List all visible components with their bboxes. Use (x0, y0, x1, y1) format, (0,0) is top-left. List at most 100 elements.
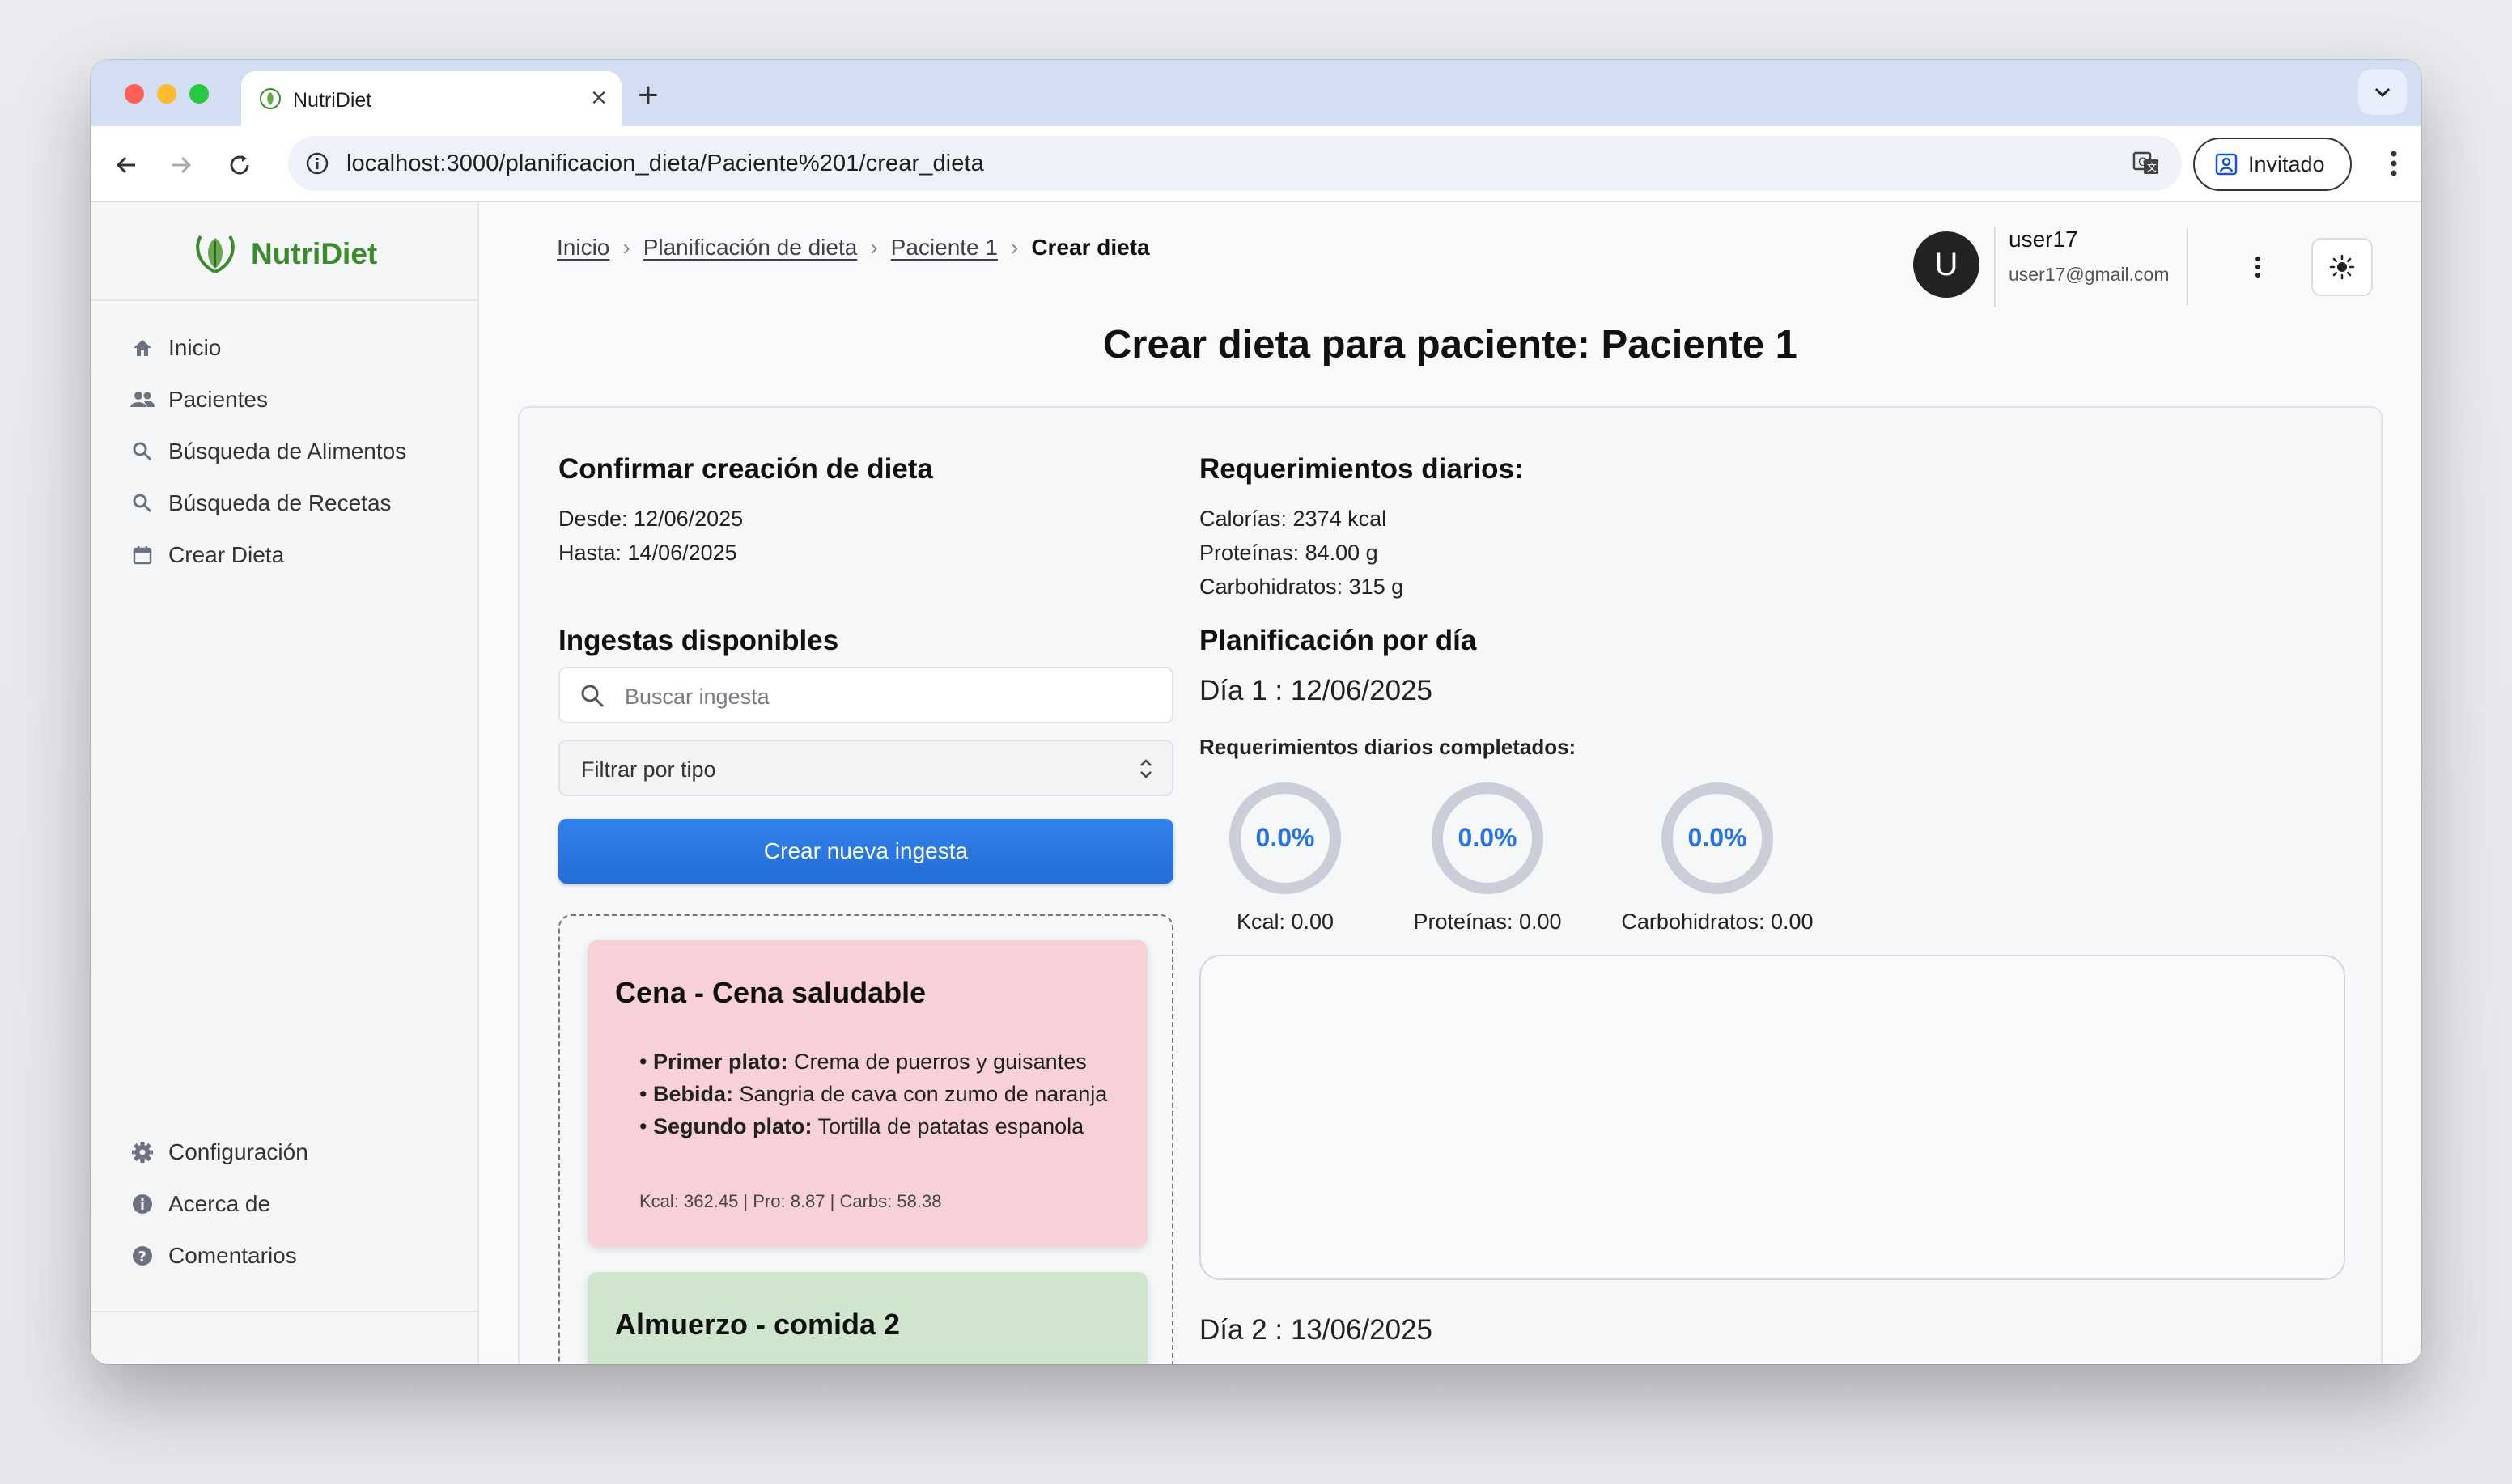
protein-progress-ring: 0.0% (1432, 782, 1543, 894)
theme-toggle-button[interactable] (2311, 238, 2373, 296)
header-divider (2187, 228, 2188, 306)
breadcrumb-link-planificacion[interactable]: Planificación de dieta (643, 235, 858, 261)
calendar-icon (129, 542, 155, 568)
sidebar: NutriDiet Inicio Pacientes Búsqueda de A… (91, 202, 479, 1364)
date-to: Hasta: 14/06/2025 (558, 541, 737, 565)
sidebar-item-acerca-de[interactable]: Acerca de (129, 1191, 270, 1217)
carbs-label: Carbohidratos: 0.00 (1621, 909, 1814, 934)
nutridiet-logo-icon (196, 235, 235, 273)
page-title: Crear dieta para paciente: Paciente 1 (1103, 323, 1797, 367)
profile-button[interactable]: Invitado (2193, 138, 2352, 191)
search-placeholder: Buscar ingesta (625, 685, 770, 709)
sidebar-item-pacientes[interactable]: Pacientes (129, 387, 268, 413)
search-icon (129, 490, 155, 516)
carbs-progress-ring: 0.0% (1661, 782, 1773, 894)
sidebar-item-busqueda-recetas[interactable]: Búsqueda de Recetas (129, 490, 392, 516)
meal-item: • Segundo plato: Tortilla de patatas esp… (639, 1114, 1084, 1138)
req-carbohidratos: Carbohidratos: 315 g (1199, 575, 1404, 599)
meal-item: • Primer plato: Crema de puerros y guisa… (639, 1049, 1087, 1074)
meal-item-value: Tortilla de patatas espanola (817, 1114, 1084, 1138)
sidebar-item-configuracion[interactable]: Configuración (129, 1139, 308, 1165)
close-tab-icon[interactable]: × (591, 84, 607, 112)
guest-profile-icon (2215, 153, 2238, 176)
browser-tab[interactable]: NutriDiet × (241, 71, 622, 126)
brand-name: NutriDiet (251, 237, 378, 270)
site-info-icon[interactable] (304, 151, 330, 176)
sidebar-item-busqueda-alimentos[interactable]: Búsqueda de Alimentos (129, 439, 406, 464)
meal-title: Almuerzo - comida 2 (615, 1308, 901, 1341)
maximize-window-button[interactable] (189, 84, 209, 104)
info-icon (129, 1191, 155, 1217)
brand[interactable]: NutriDiet (191, 231, 377, 277)
tab-search-button[interactable] (2358, 70, 2407, 115)
user-name: user17 (2009, 227, 2078, 252)
meal-card[interactable]: Almuerzo - comida 2 (588, 1272, 1148, 1364)
sidebar-divider (91, 299, 477, 301)
breadcrumb-link-paciente[interactable]: Paciente 1 (891, 235, 998, 261)
forward-button[interactable] (165, 149, 197, 181)
protein-percent: 0.0% (1458, 823, 1517, 852)
minimize-window-button[interactable] (157, 84, 176, 104)
reload-icon (230, 155, 249, 175)
confirm-heading: Confirmar creación de dieta (558, 453, 933, 485)
meal-item: • Bebida: Sangria de cava con zumo de na… (639, 1082, 1108, 1106)
kcal-percent: 0.0% (1256, 823, 1315, 852)
address-bar[interactable]: localhost:3000/planificacion_dieta/Pacie… (288, 136, 2182, 191)
completed-heading: Requerimientos diarios completados: (1199, 735, 1576, 759)
svg-text:?: ? (138, 1249, 146, 1266)
breadcrumb-current: Crear dieta (1031, 235, 1150, 260)
reload-button[interactable] (223, 149, 256, 181)
sidebar-divider (91, 1311, 477, 1312)
breadcrumb-link-inicio[interactable]: Inicio (557, 235, 609, 261)
sidebar-item-label: Inicio (168, 335, 222, 360)
meal-item-label: Segundo plato: (652, 1114, 813, 1138)
profile-label: Invitado (2248, 151, 2325, 176)
day-1-dropzone[interactable] (1199, 955, 2345, 1280)
search-ingesta-input[interactable]: Buscar ingesta (558, 667, 1173, 723)
more-options-button[interactable] (2227, 238, 2289, 296)
arrow-left-icon (116, 156, 135, 174)
day-1-title: Día 1 : 12/06/2025 (1199, 675, 1432, 706)
req-proteinas: Proteínas: 84.00 g (1199, 541, 1378, 565)
create-ingesta-button[interactable]: Crear nueva ingesta (558, 819, 1173, 884)
arrow-right-icon (172, 156, 192, 174)
meal-item-label: Primer plato: (652, 1049, 788, 1074)
tab-title: NutriDiet (293, 89, 372, 112)
sidebar-item-comentarios[interactable]: ? Comentarios (129, 1243, 297, 1269)
meal-card[interactable]: Cena - Cena saludable • Primer plato: Cr… (588, 940, 1148, 1246)
more-vertical-icon (2255, 257, 2260, 278)
search-icon (129, 439, 155, 464)
sidebar-item-label: Crear Dieta (168, 542, 285, 567)
sidebar-item-inicio[interactable]: Inicio (129, 335, 221, 361)
browser-window: NutriDiet × + localhost:3000/planificaci… (91, 60, 2421, 1364)
planning-heading: Planificación por día (1199, 625, 1477, 656)
sidebar-item-label: Pacientes (168, 387, 268, 412)
sidebar-item-label: Búsqueda de Recetas (168, 490, 392, 515)
chevron-right-icon: › (870, 235, 878, 260)
browser-menu-icon[interactable] (2389, 149, 2399, 178)
diet-creation-card: Confirmar creación de dieta Desde: 12/06… (518, 406, 2383, 1364)
home-icon (129, 335, 155, 361)
help-icon: ? (129, 1243, 155, 1269)
new-tab-icon[interactable]: + (638, 71, 659, 120)
meal-macros: Kcal: 362.45 | Pro: 8.87 | Carbs: 58.38 (639, 1191, 942, 1211)
ingestas-heading: Ingestas disponibles (558, 625, 839, 656)
avatar[interactable]: U (1913, 231, 1979, 298)
close-window-button[interactable] (125, 84, 144, 104)
people-icon (129, 387, 155, 413)
sidebar-item-crear-dieta[interactable]: Crear Dieta (129, 542, 284, 568)
req-calorias: Calorías: 2374 kcal (1199, 507, 1387, 531)
date-from: Desde: 12/06/2025 (558, 507, 744, 531)
meal-item-value: Sangria de cava con zumo de naranja (739, 1082, 1108, 1106)
filter-type-select[interactable]: Filtrar por tipo (558, 740, 1173, 796)
sun-icon (2329, 254, 2355, 280)
app-page: NutriDiet Inicio Pacientes Búsqueda de A… (91, 202, 2421, 1364)
protein-label: Proteínas: 0.00 (1413, 909, 1562, 934)
meal-items: • Primer plato: Crema de puerros y guisa… (639, 1045, 1125, 1143)
back-button[interactable] (110, 149, 142, 181)
breadcrumb: Inicio › Planificación de dieta › Pacien… (557, 235, 1150, 261)
translate-icon[interactable]: G 文 (2132, 149, 2161, 178)
carbs-percent: 0.0% (1688, 823, 1747, 852)
select-arrows-icon (1140, 759, 1152, 778)
tab-bar: NutriDiet × + (91, 60, 2421, 126)
